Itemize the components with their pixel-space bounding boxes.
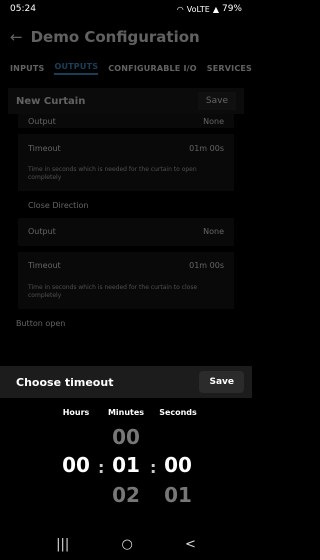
timeout-bottom-sheet: Choose timeout Save Hours 00 : Minutes 0… bbox=[0, 366, 252, 528]
close-timeout-hint: Time in seconds which is needed for the … bbox=[18, 279, 234, 309]
close-direction-label: Close Direction bbox=[28, 200, 89, 210]
sheet-header: Choose timeout Save bbox=[0, 366, 252, 398]
back-icon[interactable]: < bbox=[185, 537, 196, 552]
open-output-row[interactable]: Output None bbox=[18, 114, 234, 128]
open-timeout-value: 01m 00s bbox=[189, 143, 224, 153]
open-timeout-hint: Time in seconds which is needed for the … bbox=[18, 162, 234, 191]
open-direction-section: Output None Timeout 01m 00s Time in seco… bbox=[18, 114, 234, 309]
tab-services[interactable]: SERVICES bbox=[207, 64, 252, 73]
card-header: New Curtain Save bbox=[8, 88, 244, 114]
seconds-next[interactable]: 01 bbox=[148, 480, 208, 510]
sheet-save-button[interactable]: Save bbox=[199, 371, 244, 393]
system-nav-bar: ||| ○ < bbox=[0, 528, 252, 560]
wifi-icon: ◠ bbox=[176, 4, 184, 14]
open-output-label: Output bbox=[28, 116, 56, 126]
recents-icon[interactable]: ||| bbox=[56, 537, 69, 552]
minutes-next[interactable]: 02 bbox=[96, 480, 156, 510]
open-output-value: None bbox=[203, 116, 224, 126]
close-output-label: Output bbox=[28, 227, 56, 237]
status-bar: 05:24 ◠ VoLTE ▲ 79% bbox=[0, 0, 252, 18]
sheet-title: Choose timeout bbox=[16, 375, 114, 389]
app-bar: ← Demo Configuration bbox=[0, 18, 252, 56]
status-icons: ◠ VoLTE ▲ 79% bbox=[177, 4, 242, 14]
minutes-current[interactable]: 01 bbox=[96, 450, 156, 480]
open-timeout-row[interactable]: Timeout 01m 00s bbox=[18, 134, 234, 162]
card-name: New Curtain bbox=[16, 95, 86, 107]
tab-bar: INPUTS OUTPUTS CONFIGURABLE I/O SERVICES bbox=[0, 56, 252, 80]
close-timeout-row[interactable]: Timeout 01m 00s bbox=[18, 251, 234, 280]
minutes-label: Minutes bbox=[107, 408, 145, 417]
close-output-row[interactable]: Output None bbox=[18, 217, 234, 246]
card-save-button[interactable]: Save bbox=[197, 92, 236, 110]
open-timeout-label: Timeout bbox=[28, 143, 61, 153]
status-time: 05:24 bbox=[10, 4, 36, 14]
button-open-label: Button open bbox=[16, 318, 66, 328]
close-timeout-label: Timeout bbox=[28, 261, 61, 271]
seconds-label: Seconds bbox=[159, 408, 197, 417]
seconds-prev[interactable] bbox=[148, 424, 208, 450]
signal-bars-icon: ▲ bbox=[212, 4, 219, 14]
minutes-prev[interactable]: 00 bbox=[96, 424, 156, 450]
page-title: Demo Configuration bbox=[30, 28, 200, 46]
tab-inputs[interactable]: INPUTS bbox=[10, 64, 44, 73]
time-picker: Hours 00 : Minutes 00 01 02 : Seconds 00… bbox=[0, 398, 252, 528]
back-arrow-icon[interactable]: ← bbox=[10, 28, 23, 46]
tab-configurable-io[interactable]: CONFIGURABLE I/O bbox=[108, 64, 197, 73]
tab-outputs[interactable]: OUTPUTS bbox=[54, 62, 99, 75]
minutes-wheel[interactable]: Minutes 00 01 02 bbox=[96, 408, 156, 510]
home-icon[interactable]: ○ bbox=[121, 537, 132, 552]
seconds-current[interactable]: 00 bbox=[148, 450, 208, 480]
close-output-value: None bbox=[203, 227, 224, 237]
battery-level: 79% bbox=[221, 4, 242, 14]
app-background: ← Demo Configuration INPUTS OUTPUTS CONF… bbox=[0, 18, 252, 366]
close-timeout-value: 01m 00s bbox=[189, 261, 224, 271]
signal-label: VoLTE bbox=[186, 4, 210, 14]
seconds-wheel[interactable]: Seconds 00 01 bbox=[148, 408, 208, 510]
